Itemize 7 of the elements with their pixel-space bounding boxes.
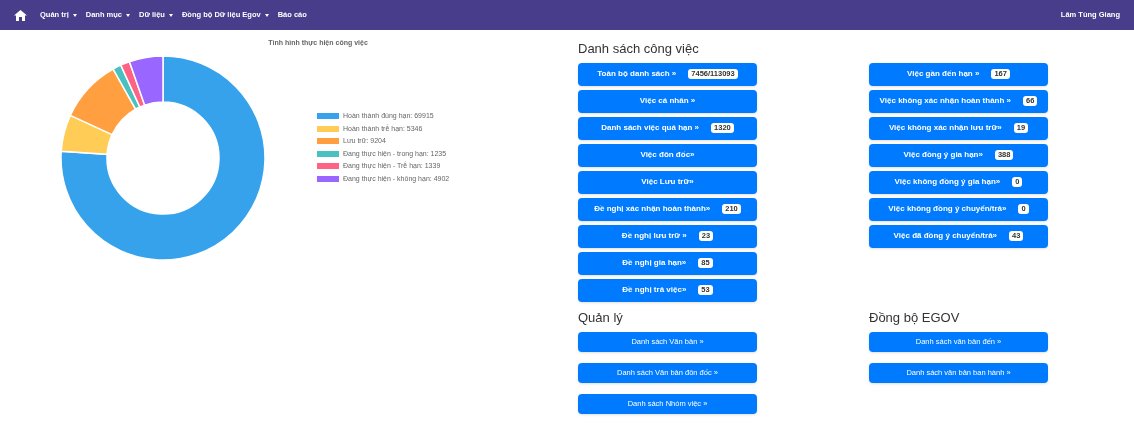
home-icon[interactable] xyxy=(14,9,27,21)
section-heading: Quản lý xyxy=(578,308,624,327)
section-heading: Danh sách công việc xyxy=(578,40,700,58)
list-button[interactable]: Việc Lưu trữ» xyxy=(578,170,757,194)
list-button[interactable]: Việc cá nhân » xyxy=(578,89,757,113)
section-heading: Đồng bộ EGOV xyxy=(869,308,961,327)
list-button[interactable]: Việc đôn đốc» xyxy=(578,143,757,167)
